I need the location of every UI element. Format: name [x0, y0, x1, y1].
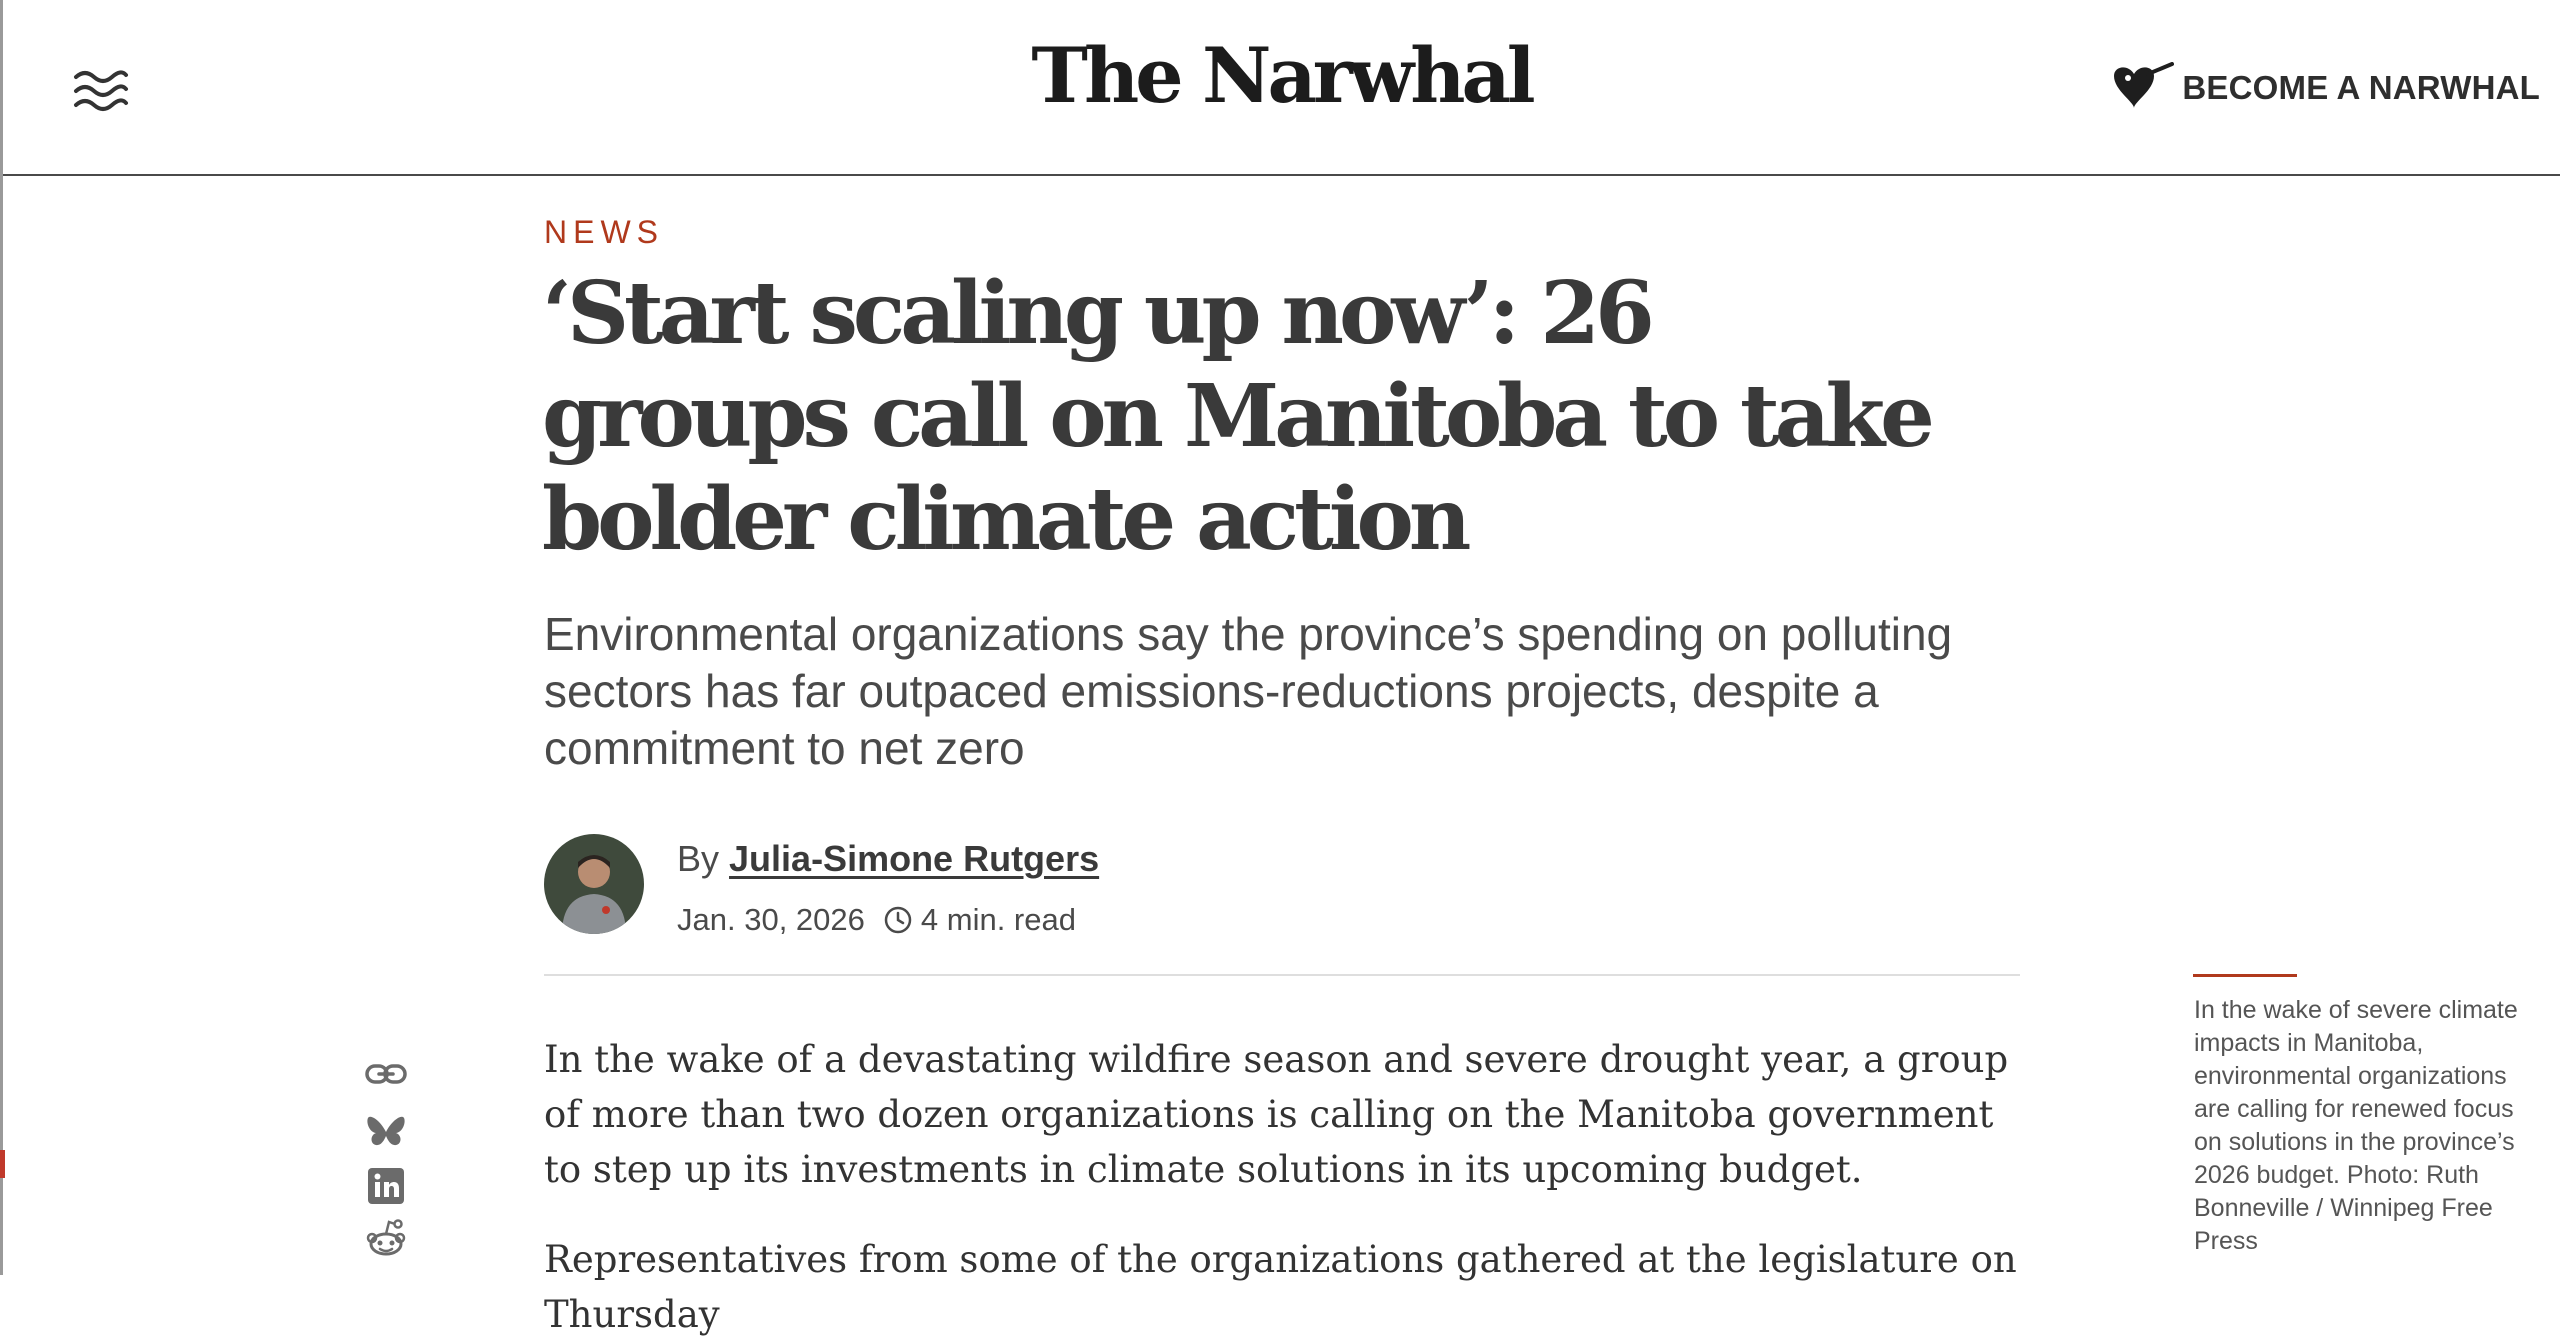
byline-prefix: By — [677, 838, 720, 879]
reddit-icon — [366, 1219, 406, 1256]
narwhal-heart-icon — [2114, 62, 2175, 108]
copy-link-button[interactable] — [364, 1052, 408, 1096]
link-icon — [365, 1064, 407, 1084]
article-dek: Environmental organizations say the prov… — [544, 608, 1953, 774]
become-a-narwhal-button[interactable]: BECOME A NARWHAL — [2108, 62, 2540, 114]
byline: By Julia-Simone Rutgers — [677, 838, 1099, 880]
byline-divider — [544, 974, 2020, 976]
share-bluesky-button[interactable] — [364, 1110, 408, 1154]
article-meta: Jan. 30, 2026 4 min. read — [677, 902, 1076, 938]
author-link[interactable]: Julia-Simone Rutgers — [729, 838, 1099, 879]
read-time: 4 min. read — [920, 902, 1076, 937]
section-label[interactable]: NEWS — [544, 214, 664, 251]
article-paragraph: Representatives from some of the organiz… — [544, 1238, 2017, 1336]
clock-icon — [884, 906, 912, 934]
share-linkedin-button[interactable] — [364, 1164, 408, 1208]
author-avatar[interactable] — [544, 834, 644, 934]
article-headline: ‘Start scaling up now’: 26 groups call o… — [542, 263, 1935, 570]
caption-rule — [2193, 974, 2297, 977]
linkedin-icon — [368, 1168, 404, 1204]
window-edge — [0, 0, 3, 1275]
edge-marker — [0, 1150, 5, 1178]
cta-label: BECOME A NARWHAL — [2182, 69, 2540, 106]
article-paragraph: In the wake of a devastating wildfire se… — [544, 1038, 2009, 1191]
bluesky-icon — [367, 1116, 405, 1146]
photo-caption: In the wake of severe climate impacts in… — [2194, 996, 2518, 1255]
publish-date: Jan. 30, 2026 — [677, 902, 865, 937]
share-reddit-button[interactable] — [364, 1216, 408, 1260]
site-header: The Narwhal BECOME A NARWHAL — [3, 0, 2560, 176]
